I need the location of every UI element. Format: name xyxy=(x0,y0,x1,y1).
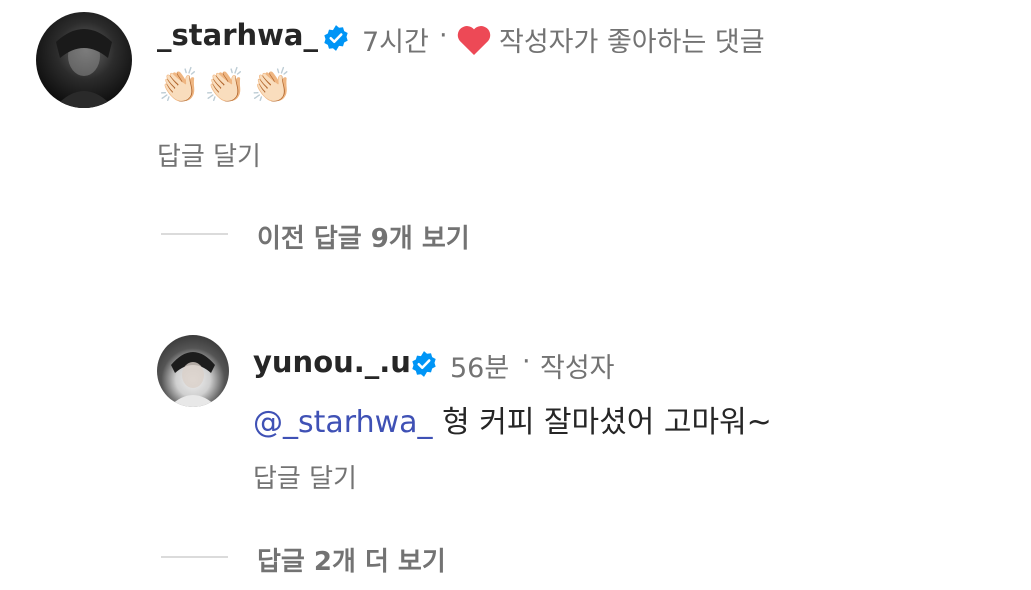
heart-icon[interactable] xyxy=(456,24,492,60)
liked-by-author-label: 작성자가 좋아하는 댓글 xyxy=(499,27,765,58)
reply-body: @_starhwa_ 형 커피 잘마셨어 고마워~ xyxy=(253,397,772,441)
comment-time: 7시간 xyxy=(362,27,429,58)
meta-separator: · xyxy=(439,20,448,51)
avatar[interactable] xyxy=(36,12,132,108)
divider-line xyxy=(161,233,228,235)
meta-separator: · xyxy=(522,346,531,377)
comment-text: 👏🏻👏🏻👏🏻 xyxy=(158,66,298,106)
reply-text: 형 커피 잘마셨어 고마워~ xyxy=(442,405,772,440)
reply-button[interactable]: 답글 달기 xyxy=(157,136,261,173)
reply-username[interactable]: yunou._.u xyxy=(253,345,411,379)
reply-button[interactable]: 답글 달기 xyxy=(253,458,357,495)
view-more-replies-button[interactable]: 답글 2개 더 보기 xyxy=(257,541,446,578)
author-tag: 작성자 xyxy=(540,353,615,384)
verified-badge-icon xyxy=(322,24,350,56)
view-previous-replies-button[interactable]: 이전 답글 9개 보기 xyxy=(257,218,470,255)
divider-line xyxy=(161,556,228,558)
reply-time: 56분 xyxy=(450,353,510,384)
comment-username[interactable]: _starhwa_ xyxy=(157,18,318,52)
mention-link[interactable]: @_starhwa_ xyxy=(253,405,433,440)
reply-avatar[interactable] xyxy=(157,335,229,407)
verified-badge-icon xyxy=(410,350,438,382)
